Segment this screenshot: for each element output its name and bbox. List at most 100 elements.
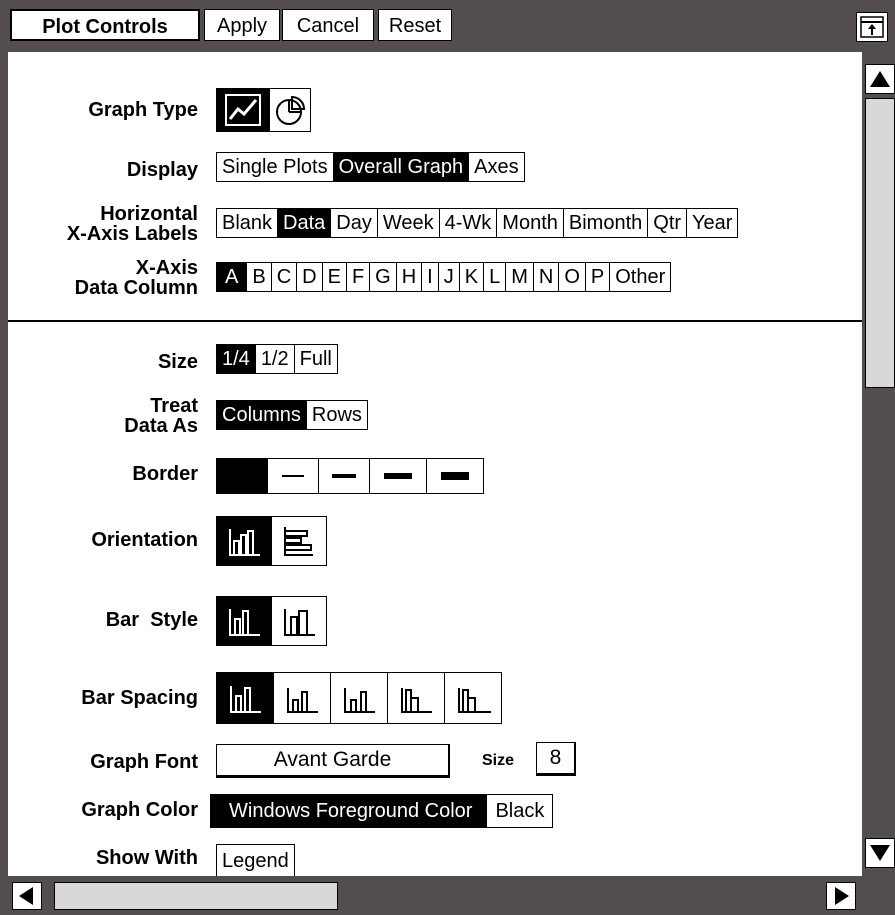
orientation-selector: [216, 516, 327, 566]
section-divider: [8, 320, 862, 322]
display-label: Display: [126, 159, 198, 181]
scroll-down-arrow-icon[interactable]: [865, 838, 895, 868]
treat-label-line2: Data As: [124, 415, 198, 437]
bar-style-label: Bar Style: [105, 609, 198, 631]
font-size-label: Size: [482, 752, 515, 769]
bar-spacing-medium-icon[interactable]: [274, 673, 331, 723]
display-option-overall-graph[interactable]: Overall Graph: [333, 153, 470, 181]
bar-spacing-narrow-icon[interactable]: [331, 673, 388, 723]
graph-color-windows-foreground[interactable]: Windows Foreground Color: [211, 795, 488, 827]
filled-bars-icon[interactable]: [217, 597, 272, 645]
data-column-d[interactable]: D: [297, 263, 323, 291]
vertical-scroll-thumb[interactable]: [865, 98, 895, 388]
controls-panel: Graph Type Display Single Plots Overall …: [8, 52, 862, 876]
xaxis-label-month[interactable]: Month: [497, 209, 564, 237]
data-column-n[interactable]: N: [533, 263, 560, 291]
scroll-right-arrow-icon[interactable]: [826, 882, 856, 910]
scroll-left-arrow-icon[interactable]: [12, 882, 42, 910]
treat-option-columns[interactable]: Columns: [217, 401, 307, 429]
xaxis-label-blank[interactable]: Blank: [217, 209, 279, 237]
horizontal-scrollbar[interactable]: [0, 876, 895, 915]
data-column-label-line1: X-Axis: [135, 257, 198, 279]
border-heavy-icon[interactable]: [427, 459, 483, 493]
xaxis-label-data[interactable]: Data: [278, 209, 332, 237]
data-column-selector: A B C D E F G H I J K L M N O P Other: [216, 262, 672, 292]
bar-spacing-label: Bar Spacing: [81, 687, 198, 709]
data-column-h[interactable]: H: [396, 263, 423, 291]
data-column-other[interactable]: Other: [610, 263, 671, 291]
xaxis-labels-label-line1: Horizontal: [100, 203, 198, 225]
graph-font-label: Graph Font: [90, 751, 198, 773]
data-column-c[interactable]: C: [271, 263, 298, 291]
bar-spacing-wide-icon[interactable]: [217, 673, 274, 723]
bar-style-selector: [216, 596, 327, 646]
xaxis-label-week[interactable]: Week: [377, 209, 440, 237]
size-selector: 1/4 1/2 Full: [216, 344, 338, 374]
border-selector: [216, 458, 484, 494]
border-thin-icon[interactable]: [268, 459, 319, 493]
data-column-g[interactable]: G: [370, 263, 397, 291]
show-with-label: Show With: [95, 847, 198, 869]
size-option-full[interactable]: Full: [294, 345, 337, 373]
data-column-o[interactable]: O: [559, 263, 586, 291]
apply-button[interactable]: Apply: [204, 9, 280, 41]
window-title: Plot Controls: [10, 9, 200, 41]
treat-option-rows[interactable]: Rows: [306, 401, 367, 429]
size-option-quarter[interactable]: 1/4: [217, 345, 256, 373]
border-medium-icon[interactable]: [319, 459, 370, 493]
data-column-label-line2: Data Column: [74, 277, 198, 299]
data-column-f[interactable]: F: [346, 263, 371, 291]
toolbar: Plot Controls Apply Cancel Reset: [0, 0, 895, 52]
horizontal-scroll-thumb[interactable]: [54, 882, 338, 910]
data-column-l[interactable]: L: [484, 263, 507, 291]
border-label: Border: [132, 463, 198, 485]
bar-spacing-touching-icon[interactable]: [388, 673, 445, 723]
horizontal-bars-icon[interactable]: [272, 517, 326, 565]
graph-type-selector: [216, 88, 311, 132]
window-menu-icon[interactable]: [856, 12, 888, 42]
show-with-legend[interactable]: Legend: [217, 845, 294, 876]
vertical-bars-icon[interactable]: [217, 517, 272, 565]
xaxis-labels-selector: Blank Data Day Week 4-Wk Month Bimonth Q…: [216, 208, 739, 238]
display-option-axes[interactable]: Axes: [469, 153, 524, 181]
orientation-label: Orientation: [91, 529, 198, 551]
treat-label-line1: Treat: [150, 395, 198, 417]
display-option-single-plots[interactable]: Single Plots: [217, 153, 334, 181]
scroll-up-arrow-icon[interactable]: [865, 64, 895, 94]
size-label: Size: [157, 351, 198, 373]
size-option-half[interactable]: 1/2: [255, 345, 295, 373]
data-column-k[interactable]: K: [459, 263, 485, 291]
bar-spacing-overlap-icon[interactable]: [445, 673, 501, 723]
data-column-j[interactable]: J: [438, 263, 460, 291]
pie-chart-icon[interactable]: [270, 89, 310, 131]
border-none-icon[interactable]: [217, 459, 268, 493]
reset-button[interactable]: Reset: [378, 9, 452, 41]
data-column-a[interactable]: A: [217, 263, 248, 291]
graph-color-selector: Windows Foreground Color Black: [210, 794, 554, 828]
data-column-e[interactable]: E: [322, 263, 347, 291]
data-column-m[interactable]: M: [506, 263, 534, 291]
outline-bars-icon[interactable]: [272, 597, 326, 645]
xaxis-label-bimonth[interactable]: Bimonth: [563, 209, 649, 237]
xaxis-label-4wk[interactable]: 4-Wk: [439, 209, 498, 237]
font-size-field[interactable]: 8: [536, 742, 576, 776]
treat-data-selector: Columns Rows: [216, 400, 368, 430]
data-column-b[interactable]: B: [247, 263, 272, 291]
graph-type-label: Graph Type: [88, 99, 198, 121]
graph-color-black[interactable]: Black: [487, 795, 553, 827]
vertical-scrollbar[interactable]: [862, 52, 895, 876]
border-thick-icon[interactable]: [370, 459, 427, 493]
cancel-button[interactable]: Cancel: [282, 9, 374, 41]
display-selector: Single Plots Overall Graph Axes: [216, 152, 525, 182]
graph-font-dropdown[interactable]: Avant Garde: [216, 744, 450, 778]
show-with-selector: Legend: [216, 844, 295, 876]
xaxis-label-year[interactable]: Year: [687, 209, 738, 237]
line-graph-icon[interactable]: [217, 89, 270, 131]
xaxis-label-day[interactable]: Day: [331, 209, 378, 237]
bar-spacing-selector: [216, 672, 502, 724]
data-column-p[interactable]: P: [585, 263, 611, 291]
xaxis-label-qtr[interactable]: Qtr: [648, 209, 688, 237]
xaxis-labels-label-line2: X-Axis Labels: [66, 223, 198, 245]
plot-controls-window: Plot Controls Apply Cancel Reset Graph T…: [0, 0, 895, 915]
data-column-i[interactable]: I: [422, 263, 439, 291]
